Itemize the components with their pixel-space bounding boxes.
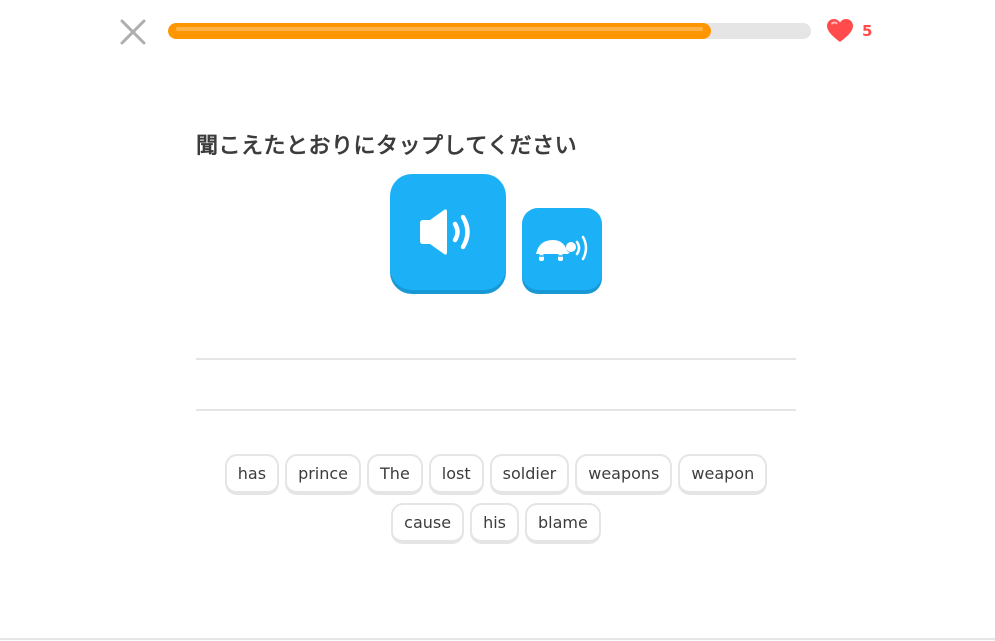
- footer-divider: [0, 638, 995, 640]
- progress-bar: [168, 23, 811, 39]
- lesson-page: 5 聞こえたとおりにタップしてください has prince The lost …: [0, 0, 995, 641]
- turtle-speaker-icon: [534, 235, 588, 261]
- word-chip-weapons[interactable]: weapons: [575, 454, 673, 495]
- close-icon: [120, 19, 146, 45]
- word-chip-prince[interactable]: prince: [285, 454, 362, 495]
- answer-area[interactable]: [196, 330, 796, 412]
- progress-bar-fill: [168, 23, 712, 39]
- play-slow-audio-button[interactable]: [522, 208, 602, 290]
- hearts-count: 5: [862, 22, 873, 40]
- play-audio-button[interactable]: [390, 174, 506, 290]
- hearts-counter[interactable]: 5: [826, 18, 872, 44]
- word-chip-the[interactable]: The: [367, 454, 423, 495]
- word-chip-blame[interactable]: blame: [525, 503, 601, 544]
- answer-line: [196, 409, 796, 411]
- word-chip-weapon[interactable]: weapon: [678, 454, 768, 495]
- word-chip-lost[interactable]: lost: [428, 454, 484, 495]
- word-chip-his[interactable]: his: [470, 503, 519, 544]
- word-chip-soldier[interactable]: soldier: [489, 454, 570, 495]
- word-chip-has[interactable]: has: [224, 454, 280, 495]
- heart-icon: [827, 19, 853, 42]
- close-button[interactable]: [117, 16, 149, 48]
- challenge-prompt: 聞こえたとおりにタップしてください: [196, 134, 578, 159]
- word-chip-cause[interactable]: cause: [391, 503, 465, 544]
- answer-line: [196, 358, 796, 360]
- speaker-icon: [420, 209, 470, 255]
- word-bank: has prince The lost soldier weapons weap…: [190, 454, 802, 544]
